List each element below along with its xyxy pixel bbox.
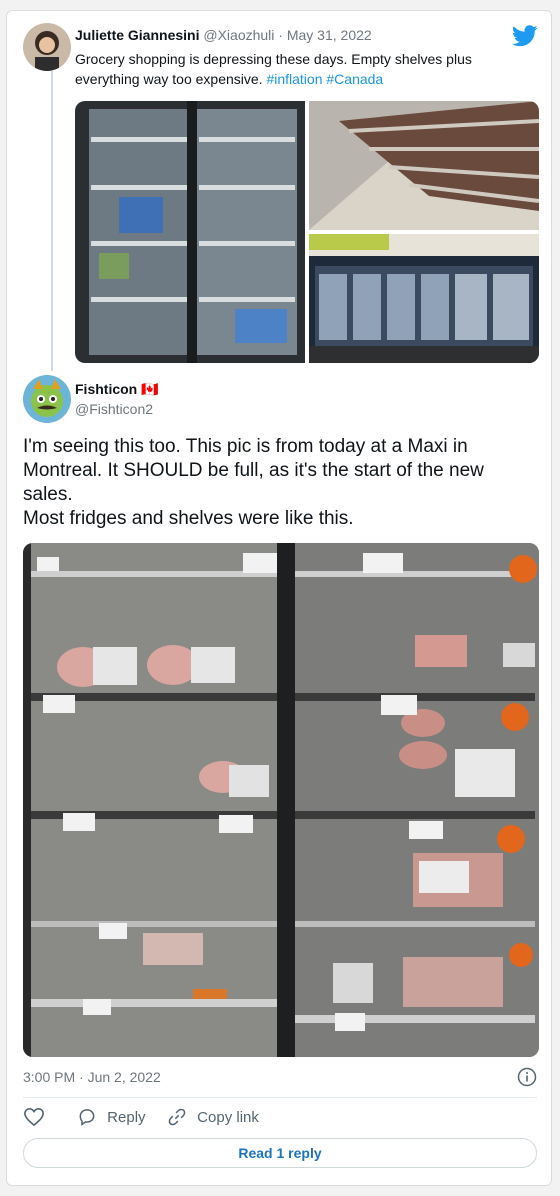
- author-name[interactable]: Juliette Giannesini: [75, 27, 199, 43]
- hashtag-canada[interactable]: #Canada: [326, 71, 383, 87]
- original-tweet-header: Juliette Giannesini @Xiaozhuli · May 31,…: [75, 27, 372, 43]
- copy-link-button[interactable]: Copy link: [167, 1107, 259, 1129]
- original-tweet-text: Grocery shopping is depressing these day…: [75, 49, 535, 89]
- reply-photo-fridge[interactable]: [23, 543, 539, 1057]
- link-icon: [168, 1108, 186, 1126]
- photo-freezer-doors[interactable]: [75, 101, 305, 363]
- photo-empty-aisle[interactable]: [309, 101, 539, 230]
- reply-button[interactable]: Reply: [77, 1107, 146, 1129]
- hashtag-inflation[interactable]: #inflation: [266, 71, 322, 87]
- fishticon-avatar[interactable]: [23, 375, 71, 423]
- thread-connector-line: [51, 71, 53, 371]
- like-button[interactable]: [23, 1107, 47, 1131]
- reply-timestamp[interactable]: 3:00 PM · Jun 2, 2022: [23, 1069, 161, 1085]
- reply-text-line1: I'm seeing this too. This pic is from to…: [23, 436, 468, 457]
- reply-text-line2: Montreal. It SHOULD be full, as it's the…: [23, 460, 484, 481]
- photo-freezer-aisle[interactable]: [309, 234, 539, 363]
- reply-label: Reply: [107, 1108, 146, 1126]
- read-replies-button[interactable]: Read 1 reply: [23, 1138, 537, 1168]
- canada-flag-icon: 🇨🇦: [141, 381, 159, 397]
- original-text-line2: everything way too expensive. #inflation…: [75, 71, 384, 87]
- heart-icon: [24, 1107, 44, 1127]
- reply-text-line3: sales.: [23, 484, 73, 505]
- reply-text-line4: Most fridges and shelves were like this.: [23, 508, 354, 529]
- twitter-bird-icon[interactable]: [511, 25, 538, 47]
- reply-author-handle[interactable]: @Fishticon2: [75, 401, 153, 417]
- author-handle[interactable]: @Xiaozhuli: [203, 27, 274, 43]
- original-text-line1: Grocery shopping is depressing these day…: [75, 51, 472, 67]
- reply-author-line: Fishticon 🇨🇦: [75, 381, 159, 398]
- reply-tweet-text: I'm seeing this too. This pic is from to…: [23, 435, 543, 531]
- info-icon[interactable]: [517, 1067, 537, 1087]
- tweet-embed-card: Juliette Giannesini @Xiaozhuli · May 31,…: [6, 10, 552, 1186]
- juliette-avatar[interactable]: [23, 23, 71, 71]
- original-media-grid: [75, 101, 539, 363]
- comment-icon: [79, 1109, 95, 1126]
- tweet-date[interactable]: · May 31, 2022: [278, 27, 371, 43]
- actions-divider: [23, 1097, 537, 1098]
- copy-link-label: Copy link: [197, 1108, 259, 1126]
- reply-author-name[interactable]: Fishticon: [75, 381, 137, 397]
